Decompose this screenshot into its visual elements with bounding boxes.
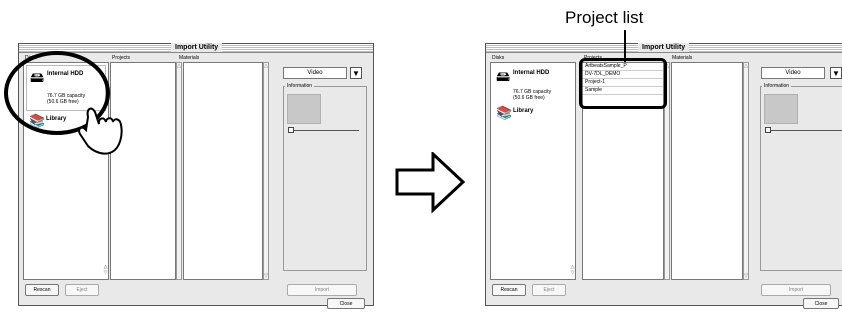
disk-item-internal-hdd[interactable]: 🖴 Internal HDD 76.7 GB capacity (50.6 GB… bbox=[493, 65, 573, 105]
preview-thumbnail bbox=[287, 94, 321, 124]
right-arrow-icon bbox=[395, 152, 466, 214]
project-list-highlight bbox=[579, 58, 667, 109]
disks-scroll-down-icon[interactable]: △ ▽ bbox=[103, 264, 108, 276]
disks-header: Disks bbox=[492, 55, 505, 61]
project-list-callout-label: Project list bbox=[565, 8, 644, 27]
transition-arrow bbox=[395, 152, 466, 214]
materials-scrollbar[interactable]: △ ▽ bbox=[263, 62, 269, 280]
import-button[interactable]: Import bbox=[287, 284, 357, 296]
library-name: Library bbox=[513, 108, 534, 114]
slider-handle[interactable] bbox=[288, 127, 294, 133]
materials-header: Materials bbox=[672, 55, 693, 61]
disk-name: Internal HDD bbox=[513, 70, 550, 76]
video-select[interactable]: Video bbox=[283, 67, 347, 79]
import-button[interactable]: Import bbox=[761, 284, 831, 296]
close-button[interactable]: Close bbox=[327, 298, 365, 309]
disk-free: (50.6 GB free) bbox=[513, 95, 545, 101]
information-label: Information bbox=[285, 83, 315, 89]
preview-thumbnail bbox=[764, 94, 798, 124]
slider-handle[interactable] bbox=[765, 127, 771, 133]
disk-highlight-overlay bbox=[4, 51, 123, 155]
scroll-up-icon[interactable]: △ bbox=[264, 63, 268, 69]
scroll-down-icon[interactable]: ▽ bbox=[744, 273, 748, 279]
hard-drive-icon: 🖴 bbox=[496, 68, 511, 84]
eject-button[interactable]: Eject bbox=[532, 284, 566, 296]
disk-item-library[interactable]: 📚 Library bbox=[493, 105, 573, 123]
dropdown-arrow-icon[interactable]: ▼ bbox=[830, 67, 842, 79]
materials-scrollbar[interactable]: △ ▽ bbox=[743, 62, 749, 280]
rescan-button[interactable]: Rescan bbox=[25, 284, 59, 296]
disks-scroll-down-icon[interactable]: △ ▽ bbox=[570, 264, 575, 276]
slider-track bbox=[291, 130, 359, 131]
close-button[interactable]: Close bbox=[803, 298, 839, 309]
materials-panel bbox=[671, 62, 743, 280]
video-select[interactable]: Video bbox=[761, 67, 825, 79]
disks-panel: 🖴 Internal HDD 76.7 GB capacity (50.6 GB… bbox=[490, 62, 576, 280]
window-title: Import Utility bbox=[638, 43, 690, 52]
dropdown-arrow-icon[interactable]: ▼ bbox=[350, 67, 362, 79]
slider-track bbox=[768, 130, 842, 131]
scroll-down-icon[interactable]: ▽ bbox=[264, 273, 268, 279]
information-label: Information bbox=[762, 83, 792, 89]
rescan-button[interactable]: Rescan bbox=[492, 284, 526, 296]
library-icon: 📚 bbox=[496, 105, 513, 120]
scroll-up-icon[interactable]: △ bbox=[744, 63, 748, 69]
eject-button[interactable]: Eject bbox=[65, 284, 99, 296]
